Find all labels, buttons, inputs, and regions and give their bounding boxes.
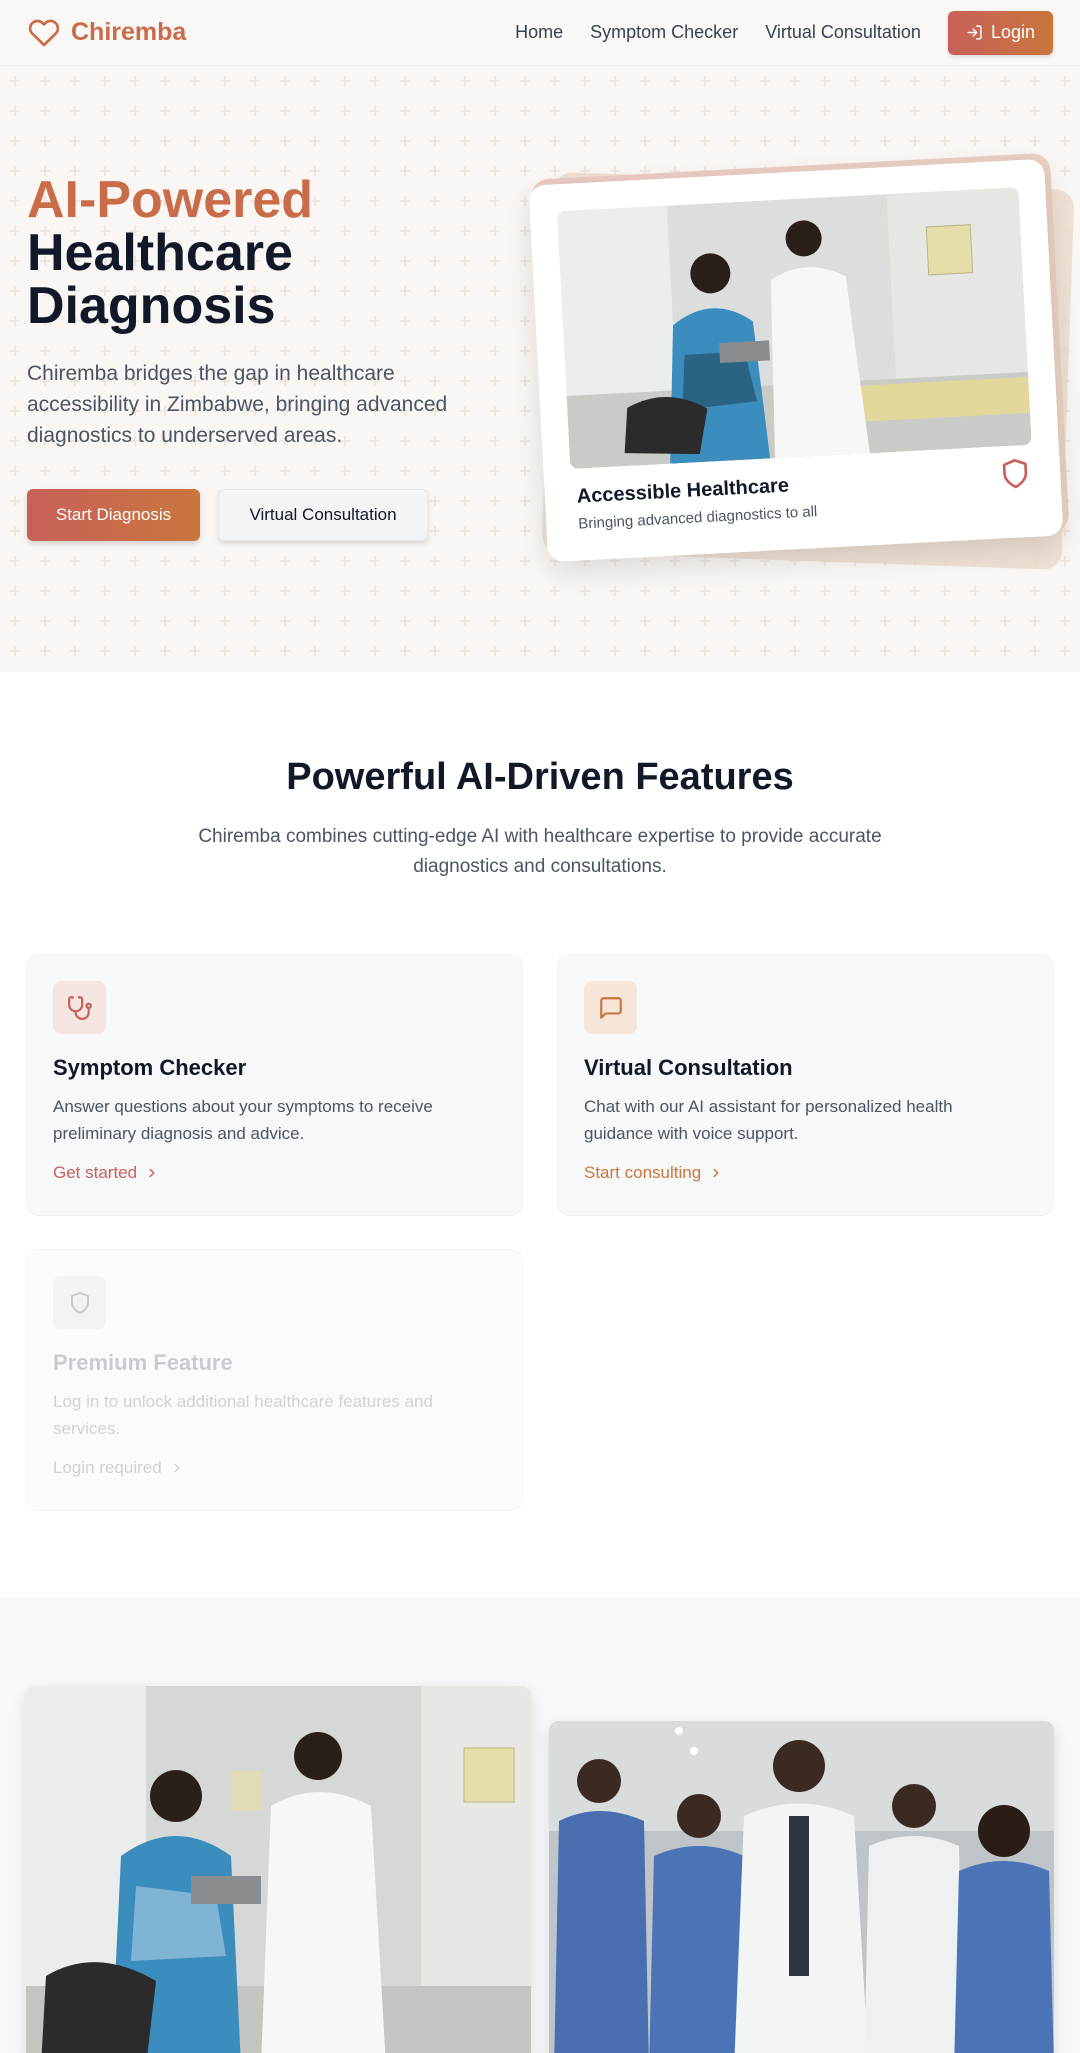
start-consulting-link[interactable]: Start consulting [584, 1163, 723, 1183]
shield-icon [1002, 459, 1028, 489]
hero-card: Accessible Healthcare Bringing advanced … [528, 158, 1064, 563]
hero-title: AI-Powered Healthcare Diagnosis [27, 174, 313, 333]
hero-photo-doctor-patient [556, 187, 1032, 469]
feature-card-premium: Premium Feature Log in to unlock additio… [26, 1249, 523, 1511]
chevron-right-icon [174, 1463, 180, 1473]
top-navigation: Chiremba Home Symptom Checker Virtual Co… [0, 0, 1080, 66]
photo-doctor-patient [26, 1686, 531, 2053]
feature-icon-container [53, 981, 106, 1034]
photo-illustration [549, 1721, 1054, 2053]
hero-card-title: Accessible Healthcare [576, 474, 790, 508]
nav-link-symptom-checker[interactable]: Symptom Checker [590, 22, 738, 43]
photo-illustration [26, 1686, 531, 2053]
login-required-link[interactable]: Login required [53, 1458, 184, 1478]
virtual-consultation-button[interactable]: Virtual Consultation [218, 489, 428, 541]
nav-link-home[interactable]: Home [515, 22, 563, 43]
nav-links: Home Symptom Checker Virtual Consultatio… [515, 10, 1053, 55]
link-label: Login required [53, 1458, 162, 1477]
features-title: Powerful AI-Driven Features [286, 756, 794, 798]
chevron-right-icon [149, 1168, 155, 1178]
link-label: Get started [53, 1163, 138, 1182]
login-button[interactable]: Login [947, 10, 1053, 55]
shield-icon [70, 1291, 89, 1314]
start-diagnosis-button[interactable]: Start Diagnosis [27, 489, 200, 541]
hero-title-line-3: Diagnosis [27, 277, 276, 335]
stethoscope-icon [67, 995, 92, 1020]
hero-section: AI-Powered Healthcare Diagnosis Chiremba… [0, 66, 1080, 672]
feature-description: Chat with our AI assistant for personali… [584, 1097, 953, 1143]
feature-icon-container [53, 1276, 106, 1329]
brand[interactable]: Chiremba [27, 17, 186, 49]
feature-title: Virtual Consultation [584, 1055, 793, 1080]
hero-card-subtitle: Bringing advanced diagnostics to all [577, 503, 818, 533]
chevron-right-icon [713, 1168, 719, 1178]
about-section [0, 1597, 1080, 2053]
hero-title-line-2: Healthcare [27, 224, 293, 282]
get-started-link[interactable]: Get started [53, 1163, 159, 1183]
photo-illustration [556, 187, 1032, 469]
nav-link-virtual-consultation[interactable]: Virtual Consultation [765, 22, 921, 43]
feature-title: Premium Feature [53, 1350, 233, 1375]
photo-medical-team [549, 1721, 1054, 2053]
features-subtitle: Chiremba combines cutting-edge AI with h… [198, 826, 882, 877]
link-label: Start consulting [584, 1163, 702, 1182]
login-icon [967, 25, 982, 40]
feature-icon-container [584, 981, 637, 1034]
chat-icon [599, 996, 622, 1019]
brand-name: Chiremba [71, 18, 187, 46]
heart-icon [28, 19, 60, 46]
feature-description: Log in to unlock additional healthcare f… [53, 1392, 433, 1438]
hero-title-accent: AI-Powered [27, 171, 314, 229]
login-label: Login [990, 22, 1035, 42]
feature-description: Answer questions about your symptoms to … [53, 1097, 433, 1143]
hero-subtitle: Chiremba bridges the gap in healthcare a… [27, 362, 448, 447]
feature-card-virtual-consultation: Virtual Consultation Chat with our AI as… [557, 954, 1054, 1216]
feature-title: Symptom Checker [53, 1055, 247, 1080]
feature-card-symptom-checker: Symptom Checker Answer questions about y… [26, 954, 523, 1216]
